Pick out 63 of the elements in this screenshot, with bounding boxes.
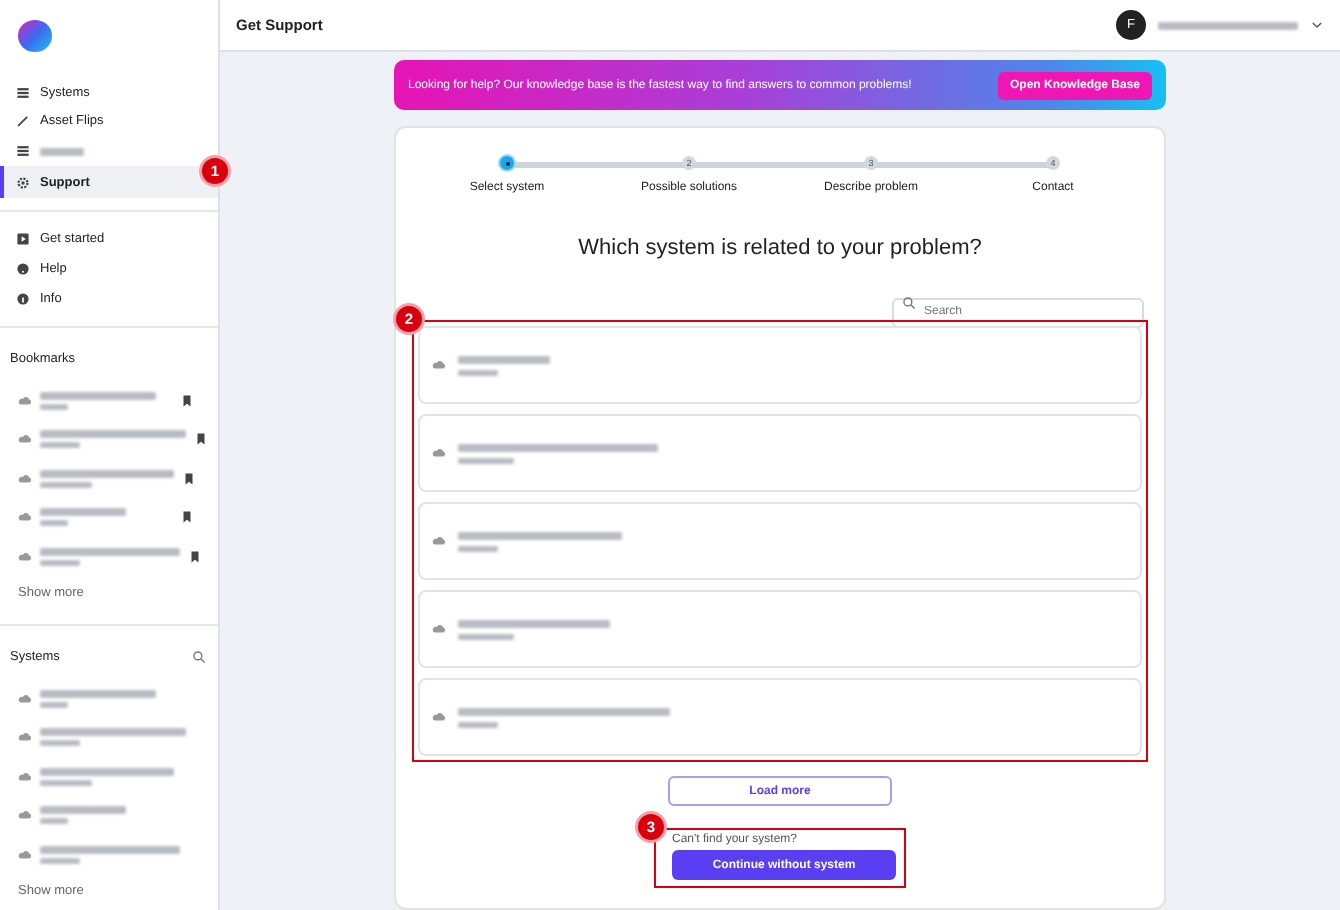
system-card[interactable] — [418, 590, 1142, 668]
bookmark-icon — [194, 432, 208, 447]
search-icon — [902, 296, 916, 310]
bookmark-icon — [182, 471, 196, 486]
blurred-text — [40, 559, 80, 566]
blurred-text — [40, 857, 80, 864]
cloud-icon — [432, 710, 446, 724]
list-icon — [16, 144, 30, 159]
blurred-text — [40, 740, 80, 747]
cloud-icon — [18, 808, 32, 823]
cloud-icon — [18, 549, 32, 564]
bookmark-icon — [180, 393, 194, 408]
blurred-text — [40, 147, 84, 156]
cloud-icon — [432, 622, 446, 636]
blurred-text — [458, 355, 550, 363]
cloud-icon — [18, 432, 32, 447]
question-heading: Which system is related to your problem? — [578, 236, 982, 260]
blurred-text — [40, 481, 92, 488]
search-icon — [192, 649, 206, 664]
blurred-text — [40, 442, 80, 449]
cloud-icon — [18, 393, 32, 408]
blurred-text — [40, 690, 156, 699]
blurred-text — [40, 391, 156, 400]
blurred-text — [40, 818, 68, 825]
help-icon — [16, 261, 30, 276]
blurred-text — [458, 545, 498, 551]
blurred-text — [40, 520, 68, 527]
blurred-text — [40, 845, 180, 854]
blurred-text — [458, 369, 498, 375]
blurred-text — [40, 806, 126, 815]
cloud-icon — [432, 358, 446, 372]
info-icon — [16, 291, 30, 306]
system-card[interactable] — [418, 414, 1142, 492]
blurred-text — [40, 469, 174, 478]
cloud-icon — [18, 769, 32, 784]
gear-icon — [16, 175, 30, 190]
blurred-text — [40, 702, 68, 709]
pen-icon — [16, 114, 30, 129]
blurred-text — [458, 721, 498, 727]
list-icon — [16, 85, 30, 100]
bookmark-icon — [180, 510, 194, 525]
blurred-text — [40, 547, 180, 556]
blurred-text — [40, 508, 126, 517]
cloud-icon — [18, 510, 32, 525]
cloud-icon — [18, 847, 32, 862]
cloud-icon — [432, 534, 446, 548]
blurred-text — [458, 457, 514, 463]
play-icon — [16, 232, 30, 247]
blurred-text — [40, 779, 92, 786]
blurred-text — [458, 633, 514, 639]
cloud-icon — [18, 471, 32, 486]
chevron-icon — [1310, 18, 1324, 33]
bookmark-icon — [188, 549, 202, 564]
system-card[interactable] — [418, 326, 1142, 404]
blurred-text — [40, 403, 68, 410]
blurred-text — [40, 767, 174, 776]
blurred-text — [1158, 21, 1298, 30]
cloud-icon — [18, 730, 32, 745]
cloud-icon — [432, 446, 446, 460]
cloud-icon — [18, 692, 32, 707]
system-card[interactable] — [418, 502, 1142, 580]
system-card[interactable] — [418, 678, 1142, 756]
logo[interactable] — [18, 20, 52, 52]
